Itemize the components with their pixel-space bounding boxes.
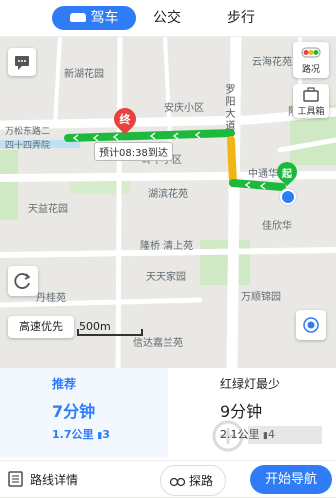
explore-button[interactable]: 探路 (160, 465, 226, 496)
list-icon (8, 471, 23, 487)
preference-button[interactable]: 高速优先 (8, 316, 74, 338)
tab-walk[interactable]: 步行 (219, 6, 263, 30)
chat-icon (15, 56, 29, 70)
route-details-button[interactable]: 路线详情 (6, 461, 96, 498)
locate-button[interactable] (296, 310, 326, 340)
map-scale: 500m (77, 320, 143, 336)
map-label: 丹桂苑 (36, 293, 66, 304)
end-marker-label: 终 (119, 113, 131, 126)
map-label: 云海花苑 (252, 57, 292, 68)
car-icon (69, 12, 86, 22)
map-label: 信达嘉兰苑 (133, 338, 183, 349)
traffic-button[interactable]: 路况 (293, 42, 329, 78)
map-label: 湖滨花苑 (148, 189, 188, 200)
map-label: 安庆小区 (164, 103, 204, 114)
toolbox-label: 工具箱 (297, 107, 325, 117)
action-bar: 路线详情 探路 开始导航 (0, 460, 336, 498)
map-label: 新湖花园 (64, 69, 104, 80)
map-view[interactable]: 新湖花园 云海花苑 万松东路二 四十四弄院 安庆小区 罗阳大道 阳工商 岭下小区… (0, 0, 336, 368)
map-label: 万松东路二 (5, 127, 51, 137)
tab-bus[interactable]: 公交 (145, 6, 189, 30)
tab-drive[interactable]: 驾车 (52, 6, 136, 30)
eta-label: 预计08:38到达 (94, 142, 173, 161)
route-panel: 推荐 7分钟 1.7公里 ▮3 红绿灯最少 9分钟 2.1公里 ▮4 路线详情 (0, 368, 336, 497)
map-label: 佳欣华 (262, 221, 292, 232)
map-label: 中通华 (248, 169, 278, 180)
route-option-recommended[interactable]: 推荐 7分钟 1.7公里 ▮3 (0, 368, 168, 458)
start-navigation-button[interactable]: 开始导航 (250, 465, 332, 494)
locate-icon (303, 317, 319, 333)
traffic-label: 路况 (301, 65, 320, 75)
map-label: 万顺锦园 (241, 292, 281, 303)
map-label: 隆桥 清上苑 (140, 241, 194, 252)
refresh-icon (14, 273, 31, 289)
map-label: 四十四弄院 (5, 141, 51, 151)
binoculars-icon (169, 477, 185, 487)
route-option-fewest-lights[interactable]: 红绿灯最少 9分钟 2.1公里 ▮4 (168, 368, 336, 458)
transport-tabs: 驾车 公交 步行 (0, 0, 336, 37)
start-marker[interactable]: 起 (272, 157, 302, 188)
current-location-icon (280, 189, 296, 205)
map-label: 天益花园 (28, 204, 68, 215)
start-marker-label: 起 (282, 169, 292, 180)
map-label: 天天家园 (146, 272, 186, 283)
refresh-button[interactable] (8, 266, 38, 296)
traffic-light-icon (301, 47, 321, 58)
end-marker[interactable]: 终 (109, 103, 141, 136)
toolbox-icon (303, 87, 319, 102)
toolbox-button[interactable]: 工具箱 (293, 84, 329, 118)
message-button[interactable] (8, 48, 36, 76)
road-label: 罗阳大道 (223, 84, 234, 132)
